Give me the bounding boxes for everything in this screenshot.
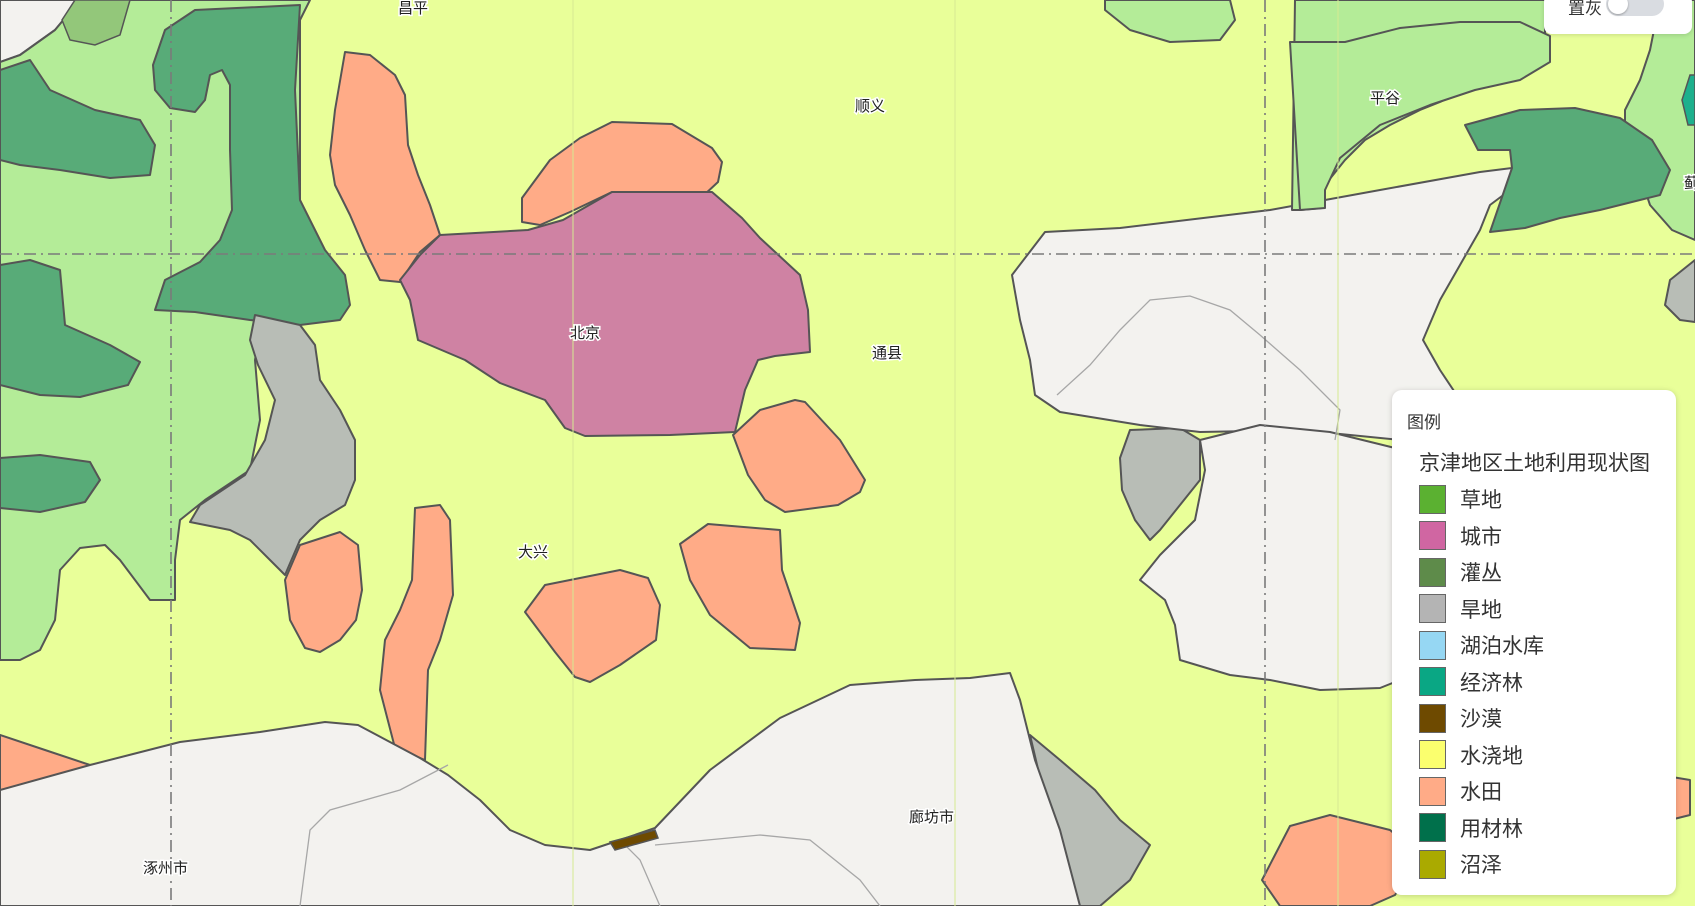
- legend-item-label: 湖泊水库: [1460, 635, 1544, 659]
- legend-item: 湖泊水库: [1419, 627, 1660, 664]
- legend-item: 用材林: [1419, 810, 1660, 847]
- toggle-knob[interactable]: [1608, 0, 1628, 14]
- legend-swatch: [1419, 521, 1446, 551]
- legend-item-label: 用材林: [1460, 817, 1523, 841]
- place-label-daxing: 大兴: [518, 543, 548, 561]
- legend-swatch: [1419, 667, 1446, 697]
- legend-item: 沙漠: [1419, 700, 1660, 737]
- legend-item: 灌丛: [1419, 554, 1660, 591]
- legend-item-label: 沼泽: [1460, 854, 1502, 878]
- legend-layer-name: 京津地区土地利用现状图: [1419, 452, 1650, 475]
- place-label-changping: 昌平: [398, 0, 428, 17]
- gray-mode-label: 置灰: [1568, 0, 1602, 18]
- legend-item: 水浇地: [1419, 737, 1660, 774]
- legend-item-label: 城市: [1460, 525, 1502, 549]
- place-label-ji: 蓟: [1684, 174, 1695, 192]
- legend-swatch: [1419, 776, 1446, 806]
- place-label-tongxian: 通县: [872, 344, 902, 362]
- legend-item: 草地: [1419, 481, 1660, 518]
- legend-item-label: 水浇地: [1460, 744, 1523, 768]
- legend-item-label: 沙漠: [1460, 708, 1502, 732]
- legend-item-label: 经济林: [1460, 671, 1523, 695]
- legend-swatch: [1419, 703, 1446, 733]
- legend-swatch: [1419, 594, 1446, 624]
- legend-swatch: [1419, 484, 1446, 514]
- legend-item: 水田: [1419, 773, 1660, 810]
- gray-mode-control: 置灰: [1544, 0, 1692, 34]
- legend-swatch: [1419, 849, 1446, 879]
- gray-mode-toggle[interactable]: [1606, 0, 1664, 16]
- place-label-beijing: 北京: [570, 324, 600, 342]
- legend-item-label: 旱地: [1460, 598, 1502, 622]
- legend-item: 旱地: [1419, 591, 1660, 628]
- legend-swatch: [1419, 557, 1446, 587]
- legend-item-label: 灌丛: [1460, 562, 1502, 586]
- legend-item: 城市: [1419, 518, 1660, 555]
- legend-swatch: [1419, 630, 1446, 660]
- legend-item-label: 水田: [1460, 781, 1502, 805]
- legend-item: 沼泽: [1419, 846, 1660, 883]
- place-label-pinggu: 平谷: [1370, 89, 1400, 107]
- legend-item: 经济林: [1419, 664, 1660, 701]
- legend-item-label: 草地: [1460, 489, 1502, 513]
- legend-items: 草地城市灌丛旱地湖泊水库经济林沙漠水浇地水田用材林沼泽: [1407, 481, 1660, 883]
- legend-swatch: [1419, 740, 1446, 770]
- place-label-shunyi: 顺义: [855, 97, 885, 115]
- legend-panel: 图例 京津地区土地利用现状图 草地城市灌丛旱地湖泊水库经济林沙漠水浇地水田用材林…: [1392, 390, 1676, 895]
- place-label-langfang: 廊坊市: [909, 808, 954, 826]
- legend-title: 图例: [1407, 413, 1441, 432]
- place-label-zhuozhou: 涿州市: [143, 859, 188, 877]
- legend-swatch: [1419, 813, 1446, 843]
